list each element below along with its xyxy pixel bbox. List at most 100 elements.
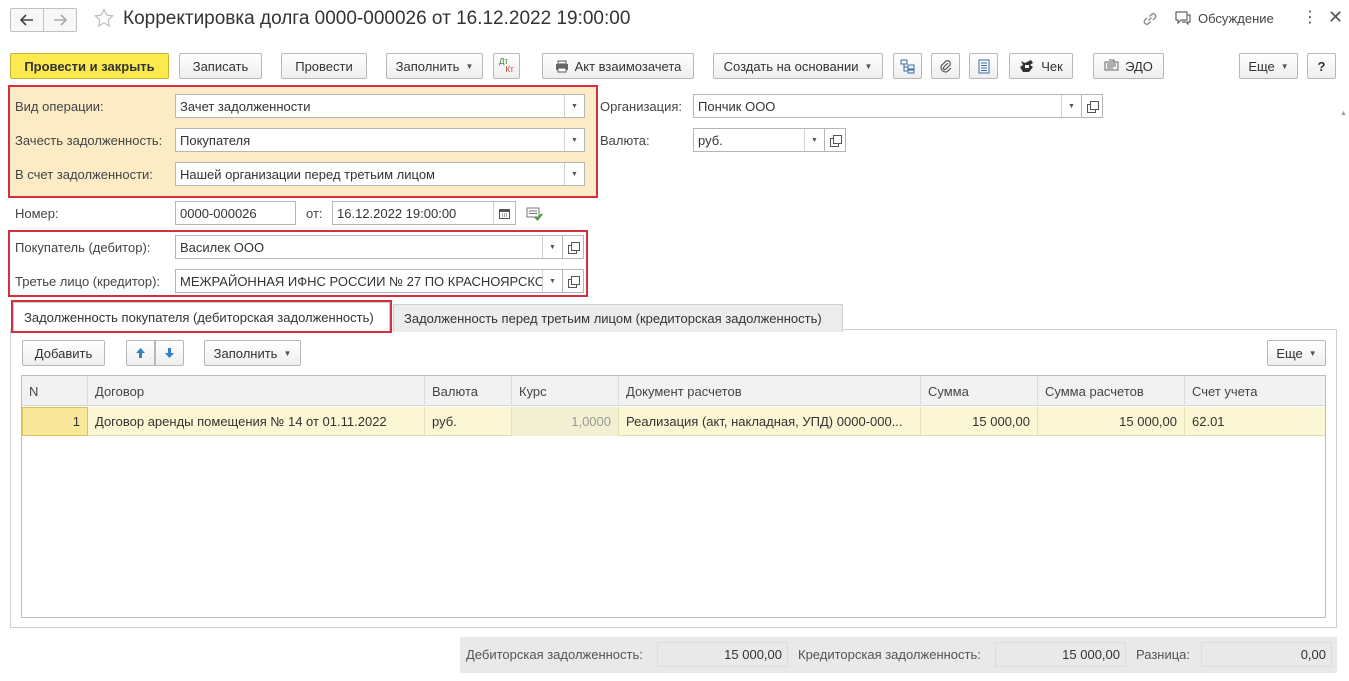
offset-act-button[interactable]: Акт взаимозачета [542, 53, 694, 79]
edo-icon [1104, 59, 1119, 71]
receipt-button[interactable]: Чек [1009, 53, 1073, 79]
number-value: 0000-000026 [180, 205, 257, 221]
cash-register-icon [1020, 60, 1034, 72]
cell-rate[interactable]: 1,0000 [512, 407, 619, 436]
cell-settlement-doc[interactable]: Реализация (акт, накладная, УПД) 0000-00… [619, 407, 921, 436]
annotation-box-tab [11, 300, 392, 333]
cell-settlement-amount[interactable]: 15 000,00 [1038, 407, 1185, 436]
dropdown-arrow-icon[interactable]: ▼ [564, 163, 584, 185]
chevron-down-icon: ▼ [283, 348, 292, 358]
col-header-account[interactable]: Счет учета [1185, 376, 1325, 406]
number-input[interactable]: 0000-000026 [175, 201, 296, 225]
currency-open-button[interactable] [825, 128, 846, 152]
open-icon [568, 276, 580, 288]
chevron-down-icon: ▼ [1308, 348, 1317, 358]
move-down-button[interactable] [155, 340, 184, 366]
operation-type-select[interactable]: Зачет задолженности ▼ [175, 94, 585, 118]
create-based-on-label: Создать на основании [723, 58, 859, 74]
number-label: Номер: [15, 206, 59, 221]
organization-open-button[interactable] [1082, 94, 1103, 118]
date-label: от: [306, 206, 323, 221]
hierarchy-icon [900, 59, 915, 73]
currency-select[interactable]: руб. ▼ [693, 128, 825, 152]
chat-icon [1175, 11, 1191, 26]
more-button-label: Еще [1248, 58, 1275, 74]
col-header-rate[interactable]: Курс [512, 376, 619, 406]
debit-total-value: 15 000,00 [657, 642, 788, 667]
discussion-button[interactable]: Обсуждение [1174, 10, 1274, 26]
col-header-amount[interactable]: Сумма [921, 376, 1038, 406]
dropdown-arrow-icon[interactable]: ▼ [804, 129, 824, 151]
table-fill-label: Заполнить [213, 345, 278, 361]
col-header-n[interactable]: N [22, 376, 88, 406]
col-header-currency[interactable]: Валюта [425, 376, 512, 406]
receipt-label: Чек [1041, 58, 1063, 74]
window-title: Корректировка долга 0000-000026 от 16.12… [123, 8, 631, 29]
dropdown-arrow-icon[interactable]: ▼ [1061, 95, 1081, 117]
help-button[interactable]: ? [1307, 53, 1336, 79]
to-debt-value: Нашей организации перед третьим лицом [180, 166, 435, 182]
post-and-close-button[interactable]: Провести и закрыть [10, 53, 169, 79]
operation-type-label: Вид операции: [15, 99, 104, 114]
difference-value: 0,00 [1201, 642, 1332, 667]
table-fill-button[interactable]: Заполнить ▼ [204, 340, 301, 366]
cell-account[interactable]: 62.01 [1185, 407, 1325, 436]
col-header-settlement-doc[interactable]: Документ расчетов [619, 376, 921, 406]
to-debt-select[interactable]: Нашей организации перед третьим лицом ▼ [175, 162, 585, 186]
col-header-settlement-amount[interactable]: Сумма расчетов [1038, 376, 1185, 406]
dropdown-arrow-icon[interactable]: ▼ [542, 236, 562, 258]
forward-button[interactable] [43, 8, 77, 32]
move-up-button[interactable] [126, 340, 155, 366]
dropdown-arrow-icon[interactable]: ▼ [564, 129, 584, 151]
dropdown-arrow-icon[interactable]: ▼ [542, 270, 562, 292]
close-icon[interactable]: ✕ [1328, 8, 1343, 26]
fill-button[interactable]: Заполнить ▼ [386, 53, 483, 79]
link-icon[interactable] [1141, 10, 1159, 31]
third-party-open-button[interactable] [563, 269, 584, 293]
dt-kt-button[interactable]: Дт Кт [493, 53, 520, 79]
arrow-left-icon [20, 14, 33, 26]
cell-contract[interactable]: Договор аренды помещения № 14 от 01.11.2… [88, 407, 425, 436]
organization-select[interactable]: Пончик ООО ▼ [693, 94, 1082, 118]
favorite-star-icon[interactable] [94, 8, 114, 31]
cell-n[interactable]: 1 [22, 407, 88, 436]
add-row-button[interactable]: Добавить [22, 340, 105, 366]
date-input[interactable]: 16.12.2022 19:00:00 [332, 201, 516, 225]
back-button[interactable] [10, 8, 44, 32]
third-party-select[interactable]: МЕЖРАЙОННАЯ ИФНС РОССИИ № 27 ПО КРАСНОЯР… [175, 269, 563, 293]
cell-amount[interactable]: 15 000,00 [921, 407, 1038, 436]
tab-credit[interactable]: Задолженность перед третьим лицом (креди… [393, 304, 843, 332]
offset-debt-label: Зачесть задолженность: [15, 133, 163, 148]
buyer-select[interactable]: Василек ООО ▼ [175, 235, 563, 259]
post-button[interactable]: Провести [281, 53, 367, 79]
open-icon [568, 242, 580, 254]
kebab-menu-icon[interactable]: ⋮ [1302, 10, 1318, 26]
table-more-button[interactable]: Еще ▼ [1267, 340, 1326, 366]
currency-label: Валюта: [600, 133, 650, 148]
report-button[interactable] [969, 53, 998, 79]
credit-total-label: Кредиторская задолженность: [798, 647, 981, 662]
edo-button[interactable]: ЭДО [1093, 53, 1164, 79]
document-list-icon [978, 59, 989, 73]
buyer-open-button[interactable] [563, 235, 584, 259]
credit-total-value: 15 000,00 [995, 642, 1126, 667]
date-value: 16.12.2022 19:00:00 [337, 205, 457, 221]
open-icon [830, 135, 842, 147]
structure-button[interactable] [893, 53, 922, 79]
col-header-contract[interactable]: Договор [88, 376, 425, 406]
more-button[interactable]: Еще ▼ [1239, 53, 1298, 79]
offset-debt-value: Покупателя [180, 132, 251, 148]
cell-currency[interactable]: руб. [425, 407, 512, 436]
dropdown-arrow-icon[interactable]: ▼ [564, 95, 584, 117]
save-button[interactable]: Записать [179, 53, 262, 79]
scroll-up-arrow-icon[interactable]: ▲ [1340, 110, 1347, 117]
attach-button[interactable] [931, 53, 960, 79]
currency-value: руб. [698, 132, 723, 148]
document-status-icon[interactable] [526, 206, 543, 224]
create-based-on-button[interactable]: Создать на основании ▼ [713, 53, 883, 79]
offset-debt-select[interactable]: Покупателя ▼ [175, 128, 585, 152]
arrow-right-icon [54, 14, 67, 26]
calendar-icon[interactable] [493, 202, 515, 224]
edo-label: ЭДО [1125, 58, 1153, 74]
buyer-label: Покупатель (дебитор): [15, 240, 151, 255]
